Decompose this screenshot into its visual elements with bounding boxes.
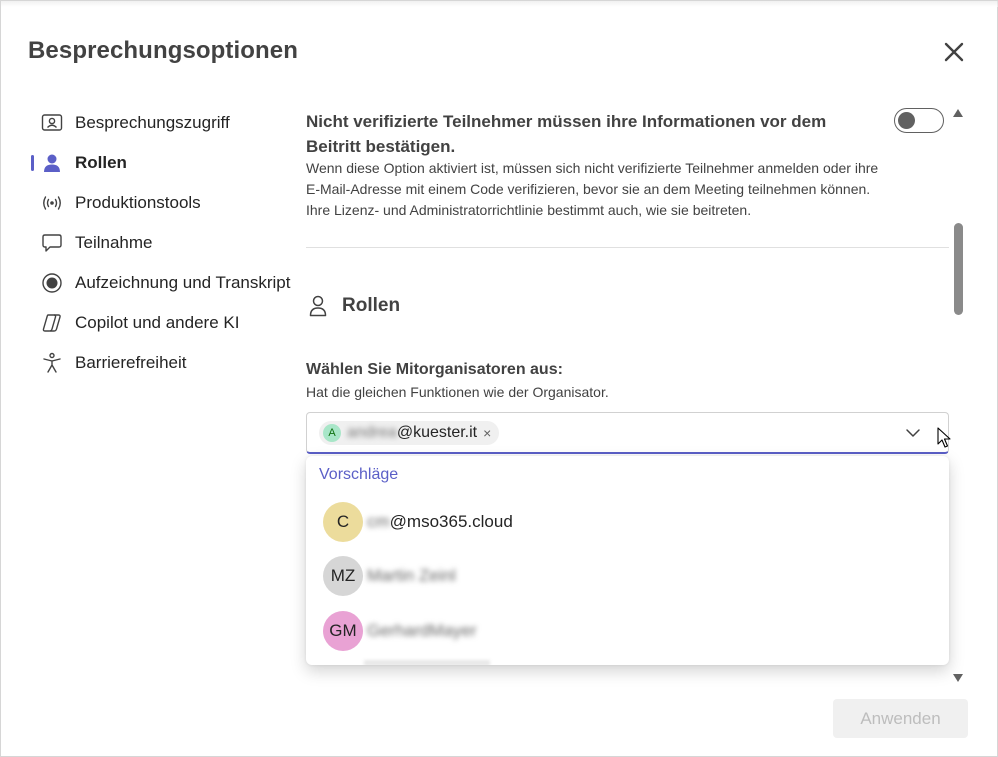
chip-name-redacted: andrea <box>347 424 397 441</box>
unverified-option-title: Nicht verifizierte Teilnehmer müssen ihr… <box>306 112 827 156</box>
nav-item-label: Besprechungszugriff <box>75 113 230 132</box>
redacted-name: GerhardMayer <box>367 621 477 640</box>
chip-avatar: A <box>323 424 341 442</box>
redacted-name: cm <box>367 512 390 531</box>
nav-item-label: Copilot und andere KI <box>75 313 240 332</box>
nav-item-label: Produktionstools <box>75 193 201 212</box>
next-item-fade <box>364 660 490 665</box>
nav-item-copilot[interactable]: Copilot und andere KI <box>29 303 299 343</box>
chevron-down-icon[interactable] <box>904 424 922 442</box>
suggestion-domain: @mso365.cloud <box>389 512 513 531</box>
dialog-top-strip <box>1 1 998 7</box>
chat-bubble-icon <box>41 232 63 254</box>
avatar: GM <box>323 611 363 651</box>
selected-person-chip[interactable]: A andrea @kuester.it × <box>319 421 500 445</box>
chip-remove-button[interactable]: × <box>483 425 491 441</box>
toggle-knob <box>898 112 915 129</box>
person-outline-icon <box>306 294 330 318</box>
suggestion-name: GerhardMayer <box>367 621 477 641</box>
meeting-options-dialog: Besprechungsoptionen Besprechungszugriff… <box>0 0 998 757</box>
person-icon <box>41 152 63 174</box>
options-nav: Besprechungszugriff Rollen Produktionsto… <box>29 103 299 383</box>
nav-item-besprechungszugriff[interactable]: Besprechungszugriff <box>29 103 299 143</box>
suggestions-header: Vorschläge <box>319 466 399 483</box>
unverified-option-description: Wenn diese Option aktiviert ist, müssen … <box>306 160 879 218</box>
avatar: MZ <box>323 556 363 596</box>
nav-item-aufzeichnung[interactable]: Aufzeichnung und Transkript <box>29 263 299 303</box>
suggestion-item[interactable]: MZ Martin Zeinl <box>306 550 949 602</box>
section-divider <box>306 247 949 248</box>
nav-item-label: Rollen <box>75 153 127 172</box>
accessibility-icon <box>41 352 63 374</box>
suggestion-item[interactable]: GM GerhardMayer <box>306 605 949 657</box>
nav-item-produktionstools[interactable]: Produktionstools <box>29 183 299 223</box>
unverified-toggle[interactable] <box>894 108 944 133</box>
coorganizers-label: Wählen Sie Mitorganisatoren aus: <box>306 361 563 378</box>
scroll-down-arrow-icon[interactable] <box>952 673 964 683</box>
dialog-title: Besprechungsoptionen <box>28 37 299 64</box>
nav-item-rollen[interactable]: Rollen <box>29 143 299 183</box>
broadcast-icon <box>41 192 63 214</box>
roles-section-heading: Rollen <box>306 294 400 318</box>
close-icon <box>944 42 964 62</box>
close-button[interactable] <box>937 35 971 69</box>
suggestion-name: cm@mso365.cloud <box>367 512 513 532</box>
record-icon <box>41 272 63 294</box>
roles-section-title: Rollen <box>342 295 401 316</box>
coorganizers-help: Hat die gleichen Funktionen wie der Orga… <box>306 384 609 400</box>
active-indicator <box>31 155 34 171</box>
suggestion-item[interactable]: C cm@mso365.cloud <box>306 496 949 548</box>
nav-item-teilnahme[interactable]: Teilnahme <box>29 223 299 263</box>
scroll-up-arrow-icon[interactable] <box>952 108 964 118</box>
avatar: C <box>323 502 363 542</box>
suggestions-dropdown: Vorschläge C cm@mso365.cloud MZ Martin Z… <box>306 456 949 665</box>
nav-item-label: Barrierefreiheit <box>75 353 187 372</box>
nav-item-label: Teilnahme <box>75 233 153 252</box>
nav-item-barrierefreiheit[interactable]: Barrierefreiheit <box>29 343 299 383</box>
apply-button[interactable]: Anwenden <box>833 699 968 738</box>
scrollbar-thumb[interactable] <box>954 223 963 315</box>
nav-item-label: Aufzeichnung und Transkript <box>75 273 291 292</box>
redacted-name: Martin Zeinl <box>367 566 456 585</box>
scrollbar[interactable] <box>949 126 967 666</box>
person-card-icon <box>41 112 63 134</box>
coorganizers-picker[interactable]: A andrea @kuester.it × <box>306 412 949 454</box>
mouse-cursor-icon <box>937 427 951 448</box>
suggestion-name: Martin Zeinl <box>367 566 456 586</box>
chip-domain: @kuester.it <box>396 424 478 441</box>
copilot-icon <box>41 312 63 334</box>
